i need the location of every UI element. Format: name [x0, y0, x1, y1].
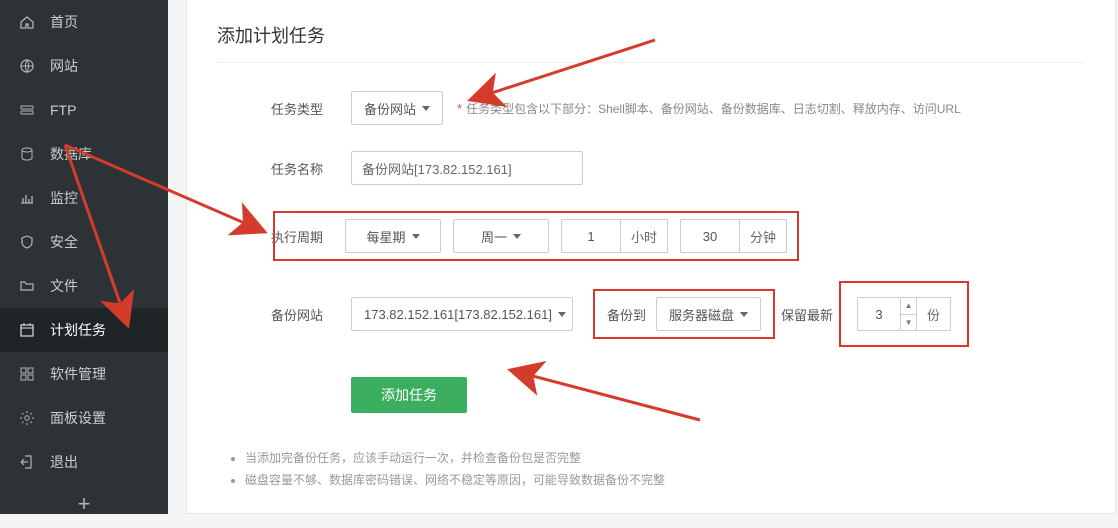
gear-icon	[18, 409, 36, 427]
note-item: 当添加完备份任务，应该手动运行一次，并检查备份包是否完整	[245, 447, 1085, 469]
sidebar-add-button[interactable]: +	[0, 484, 168, 528]
sidebar-item-label: FTP	[50, 102, 76, 118]
label-task-name: 任务名称	[271, 159, 343, 178]
main-panel: 添加计划任务 任务类型 备份网站 * 任务类型包含以下部分：Shell脚本、备份…	[186, 0, 1116, 514]
sidebar-item-security[interactable]: 安全	[0, 220, 168, 264]
chevron-down-icon	[412, 234, 420, 239]
keep-count-value: 3	[875, 307, 882, 322]
backup-dest-dropdown[interactable]: 服务器磁盘	[656, 297, 761, 331]
schedule-hour-input[interactable]: 1	[561, 219, 621, 253]
backup-site-dropdown[interactable]: 173.82.152.161[173.82.152.161]	[351, 297, 573, 331]
sidebar-item-monitor[interactable]: 监控	[0, 176, 168, 220]
sidebar-item-label: 数据库	[50, 144, 92, 164]
sidebar-item-ftp[interactable]: FTP	[0, 88, 168, 132]
chevron-down-icon	[422, 106, 430, 111]
schedule-day-dropdown[interactable]: 周一	[453, 219, 549, 253]
ftp-icon	[18, 101, 36, 119]
keep-count-down[interactable]: ▼	[901, 315, 916, 331]
label-backup-site: 备份网站	[271, 305, 343, 324]
row-schedule: 执行周期 每星期 周一 1 小时 30 分钟	[217, 211, 1085, 261]
sidebar-item-settings[interactable]: 面板设置	[0, 396, 168, 440]
add-task-label: 添加任务	[381, 387, 437, 403]
note-item: 磁盘容量不够、数据库密码错误、网络不稳定等原因，可能导致数据备份不完整	[245, 469, 1085, 491]
sidebar-item-logout[interactable]: 退出	[0, 440, 168, 484]
row-submit: 添加任务	[217, 377, 1085, 413]
sidebar-item-label: 软件管理	[50, 364, 106, 384]
schedule-minute-value: 30	[703, 229, 717, 244]
chevron-down-icon	[558, 312, 566, 317]
label-backup-to: 备份到	[607, 305, 646, 324]
logout-icon	[18, 453, 36, 471]
row-backup-site: 备份网站 173.82.152.161[173.82.152.161] 备份到 …	[217, 281, 1085, 347]
home-icon	[18, 13, 36, 31]
task-name-value: 备份网站[173.82.152.161]	[362, 159, 512, 178]
schedule-hour-value: 1	[587, 229, 594, 244]
schedule-hour-suffix: 小时	[620, 219, 668, 253]
keep-count-highlight: 3 ▲ ▼ 份	[839, 281, 969, 347]
schedule-freq-dropdown[interactable]: 每星期	[345, 219, 441, 253]
sidebar-item-files[interactable]: 文件	[0, 264, 168, 308]
backup-dest-highlight: 备份到 服务器磁盘	[593, 289, 775, 339]
folder-icon	[18, 277, 36, 295]
database-icon	[18, 145, 36, 163]
sidebar: 首页 网站 FTP 数据库 监控 安全 文件	[0, 0, 168, 514]
sidebar-item-label: 退出	[50, 452, 78, 472]
schedule-group-highlight: 每星期 周一 1 小时 30 分钟	[273, 211, 799, 261]
sidebar-item-software[interactable]: 软件管理	[0, 352, 168, 396]
sidebar-item-site[interactable]: 网站	[0, 44, 168, 88]
keep-count-up[interactable]: ▲	[901, 298, 916, 315]
page-title: 添加计划任务	[217, 18, 1085, 63]
apps-icon	[18, 365, 36, 383]
task-type-hint: 任务类型包含以下部分：Shell脚本、备份网站、备份数据库、日志切割、释放内存、…	[466, 100, 961, 117]
shield-icon	[18, 233, 36, 251]
row-task-name: 任务名称 备份网站[173.82.152.161]	[217, 151, 1085, 185]
keep-count-input[interactable]: 3	[857, 297, 901, 331]
backup-site-value: 173.82.152.161[173.82.152.161]	[364, 307, 552, 322]
sidebar-item-label: 监控	[50, 188, 78, 208]
label-task-type: 任务类型	[271, 99, 343, 118]
task-type-value: 备份网站	[364, 99, 416, 118]
task-name-input[interactable]: 备份网站[173.82.152.161]	[351, 151, 583, 185]
row-task-type: 任务类型 备份网站 * 任务类型包含以下部分：Shell脚本、备份网站、备份数据…	[217, 91, 1085, 125]
sidebar-item-label: 计划任务	[50, 320, 106, 340]
schedule-minute-field: 30 分钟	[680, 219, 787, 253]
schedule-minute-suffix: 分钟	[739, 219, 787, 253]
calendar-icon	[18, 321, 36, 339]
chevron-down-icon	[740, 312, 748, 317]
globe-icon	[18, 57, 36, 75]
label-keep-latest: 保留最新	[781, 305, 833, 324]
schedule-minute-input[interactable]: 30	[680, 219, 740, 253]
sidebar-item-label: 面板设置	[50, 408, 106, 428]
keep-count-field: 3 ▲ ▼ 份	[857, 297, 951, 331]
required-star: *	[457, 101, 462, 116]
plus-icon: +	[78, 491, 91, 516]
notes-list: 当添加完备份任务，应该手动运行一次，并检查备份包是否完整 磁盘容量不够、数据库密…	[217, 447, 1085, 491]
sidebar-item-label: 网站	[50, 56, 78, 76]
keep-count-suffix: 份	[916, 297, 951, 331]
sidebar-item-database[interactable]: 数据库	[0, 132, 168, 176]
schedule-day-value: 周一	[481, 227, 507, 246]
sidebar-item-label: 首页	[50, 12, 78, 32]
schedule-freq-value: 每星期	[366, 227, 405, 246]
backup-dest-value: 服务器磁盘	[669, 305, 734, 324]
keep-count-spinners: ▲ ▼	[901, 297, 917, 331]
sidebar-item-label: 安全	[50, 232, 78, 252]
add-task-button[interactable]: 添加任务	[351, 377, 467, 413]
schedule-hour-field: 1 小时	[561, 219, 668, 253]
sidebar-item-cron[interactable]: 计划任务	[0, 308, 168, 352]
sidebar-item-home[interactable]: 首页	[0, 0, 168, 44]
sidebar-item-label: 文件	[50, 276, 78, 296]
chart-icon	[18, 189, 36, 207]
task-type-dropdown[interactable]: 备份网站	[351, 91, 443, 125]
chevron-down-icon	[513, 234, 521, 239]
